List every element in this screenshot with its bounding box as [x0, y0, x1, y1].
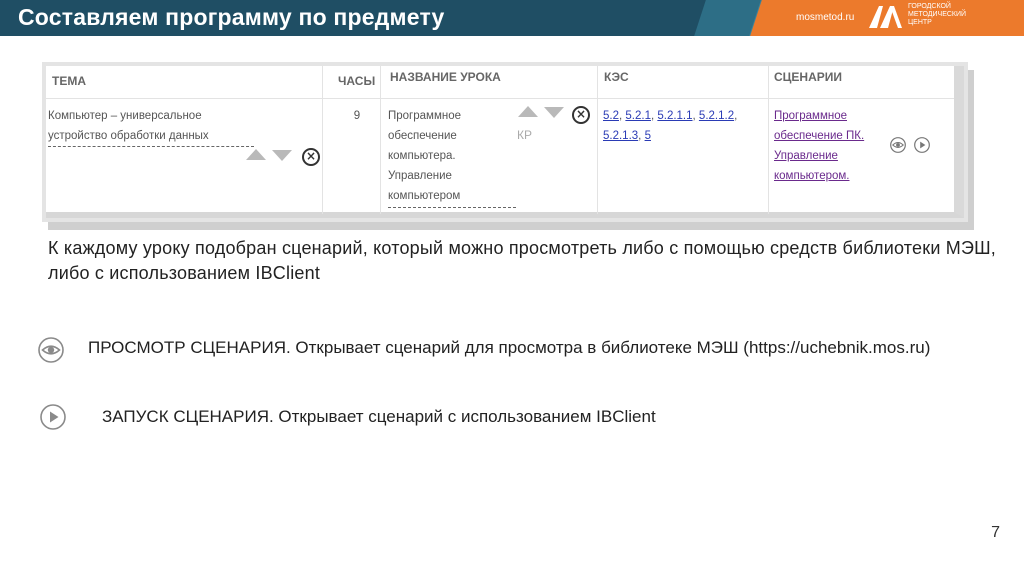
topic-cell: Компьютер – универсальное устройство обр…	[48, 110, 209, 142]
kes-cell: 5.2, 5.2.1, 5.2.1.1, 5.2.1.2, 5.2.1.3, 5	[603, 110, 738, 142]
page-number: 7	[991, 524, 1000, 541]
column-header-topic: ТЕМА	[52, 74, 86, 88]
kes-link[interactable]: 5.2.1	[625, 110, 651, 122]
scenario-link[interactable]: обеспечение ПК.	[774, 130, 864, 142]
scenarios-cell: Программное обеспечение ПК. Управление к…	[774, 106, 884, 186]
kr-label: КР	[517, 128, 532, 142]
kes-link[interactable]: 5.2	[603, 110, 619, 122]
column-header-hours: ЧАСЫ	[338, 74, 376, 88]
column-header-scenarios: СЦЕНАРИИ	[774, 70, 843, 84]
logo-icon	[869, 6, 902, 28]
scenario-link[interactable]: Программное	[774, 110, 847, 122]
move-down-icon[interactable]	[272, 150, 292, 161]
play-icon	[40, 404, 66, 430]
column-divider	[597, 66, 598, 214]
site-url: mosmetod.ru	[796, 12, 855, 23]
dashed-underline	[48, 146, 254, 147]
column-header-lesson: НАЗВАНИЕ УРОКА	[390, 70, 501, 84]
column-header-kes: КЭС	[604, 70, 629, 84]
launch-scenario-description: ЗАПУСК СЦЕНАРИЯ. Открывает сценарий с ис…	[102, 407, 656, 426]
move-up-icon[interactable]	[246, 149, 266, 160]
hours-cell: 9	[353, 110, 361, 122]
program-table: ТЕМА ЧАСЫ НАЗВАНИЕ УРОКА КЭС СЦЕНАРИИ Ко…	[46, 66, 964, 218]
view-scenario-description: ПРОСМОТР СЦЕНАРИЯ. Открывает сценарий дл…	[88, 338, 931, 357]
kes-link[interactable]: 5.2.1.3	[603, 130, 638, 142]
eye-icon[interactable]	[890, 137, 906, 153]
remove-lesson-icon[interactable]: ×	[572, 106, 590, 124]
remove-topic-icon[interactable]: ×	[302, 148, 320, 166]
slide-header: Составляем программу по предмету mosmeto…	[0, 0, 1024, 36]
dashed-underline	[388, 207, 516, 208]
column-divider	[768, 66, 769, 214]
move-up-icon[interactable]	[518, 106, 538, 117]
move-down-icon[interactable]	[544, 107, 564, 118]
description-paragraph: К каждому уроку подобран сценарий, котор…	[48, 238, 997, 283]
kes-link[interactable]: 5.2.1.1	[657, 110, 692, 122]
play-icon[interactable]	[914, 137, 930, 153]
scenario-link[interactable]: Управление	[774, 150, 838, 162]
eye-icon	[38, 337, 64, 363]
header-divider	[46, 98, 954, 99]
column-divider	[322, 66, 323, 214]
column-divider	[380, 66, 381, 214]
scenario-link[interactable]: компьютером.	[774, 170, 849, 182]
logo-text: ГОРОДСКОЙ МЕТОДИЧЕСКИЙ ЦЕНТР	[908, 3, 967, 26]
slide-title: Составляем программу по предмету	[18, 4, 445, 30]
kes-link[interactable]: 5.2.1.2	[699, 110, 734, 122]
kes-link[interactable]: 5	[645, 130, 651, 142]
lesson-cell: Программное обеспечение компьютера. Упра…	[388, 110, 461, 202]
